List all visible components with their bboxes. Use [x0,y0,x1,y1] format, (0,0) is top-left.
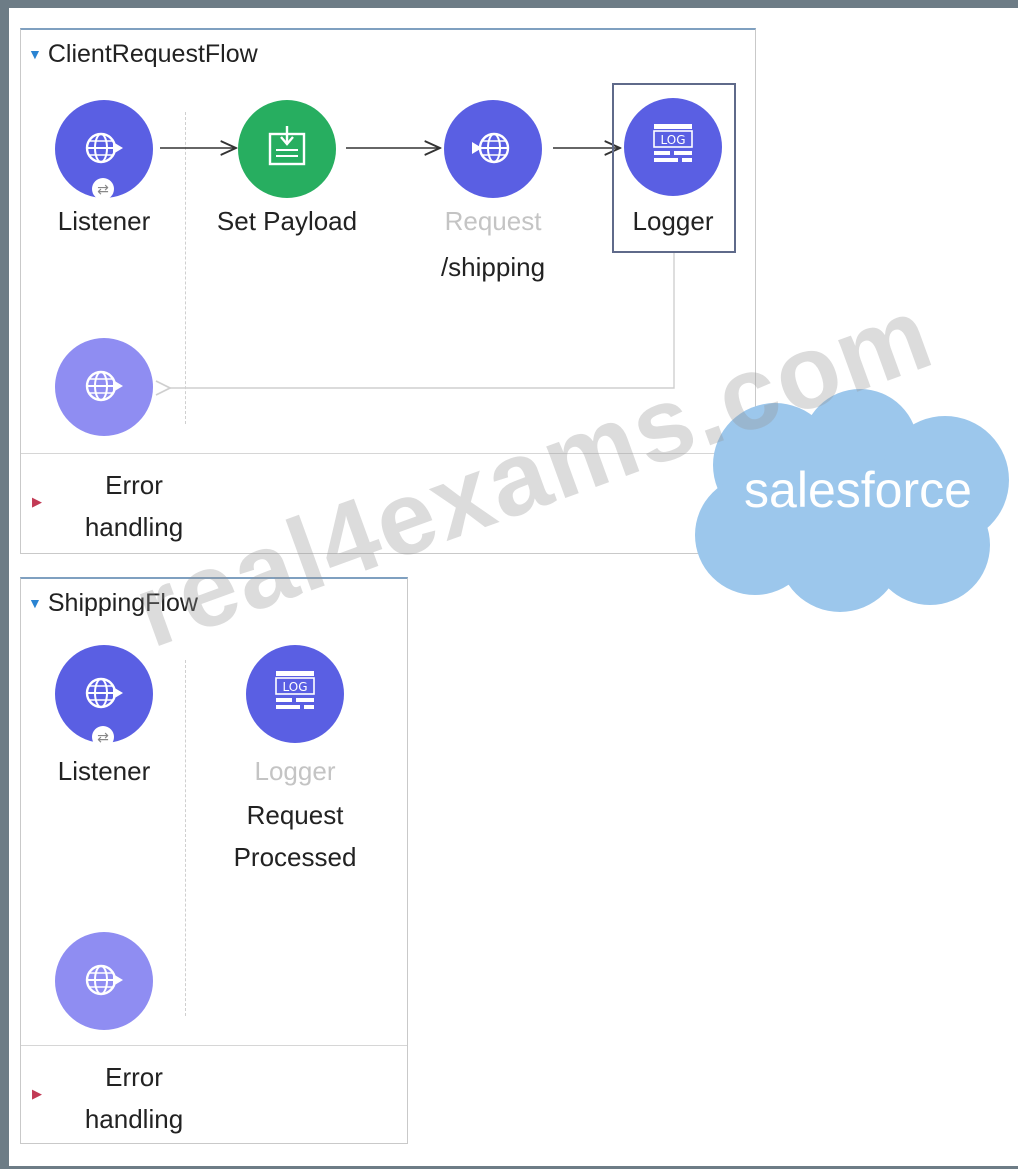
sync-icon: ⇄ [92,726,114,748]
globe-icon [85,964,123,996]
node-label: Logger [632,206,714,236]
request-node[interactable] [444,100,542,198]
globe-icon [472,132,510,164]
svg-text:salesforce: salesforce [744,462,972,518]
logger-node[interactable]: LOG [624,98,722,196]
return-path [170,252,675,388]
log-icon: LOG [653,124,693,162]
error-handling-section[interactable]: Error handling [64,1056,204,1140]
collapse-caret-icon[interactable]: ▼ [28,595,42,611]
node-label: Listener [57,756,151,786]
node-sublabel: Processed [233,842,357,872]
set-payload-icon [268,126,306,166]
node-label: Logger [254,756,336,786]
error-handling-section[interactable]: Error handling [64,464,204,548]
svg-text:LOG: LOG [282,680,307,694]
error-label: Error [105,470,163,500]
node-sublabel: Request [246,800,344,830]
node-sublabel: /shipping [440,252,546,282]
set-payload-node[interactable] [238,100,336,198]
expand-caret-icon[interactable]: ▶ [32,494,42,510]
logger-node[interactable]: LOG [246,645,344,743]
response-node[interactable] [55,338,153,436]
sync-icon: ⇄ [92,178,114,200]
source-divider [185,660,186,1016]
node-label: Listener [57,206,151,236]
error-label: handling [84,1104,184,1134]
node-label: Request [444,206,542,236]
error-divider [21,1045,407,1046]
response-node[interactable] [55,932,153,1030]
node-label: Set Payload [216,206,358,236]
svg-text:LOG: LOG [660,133,685,147]
error-label: Error [105,1062,163,1092]
globe-icon [85,370,123,402]
expand-caret-icon[interactable]: ▶ [32,1086,42,1102]
log-icon: LOG [275,671,315,709]
